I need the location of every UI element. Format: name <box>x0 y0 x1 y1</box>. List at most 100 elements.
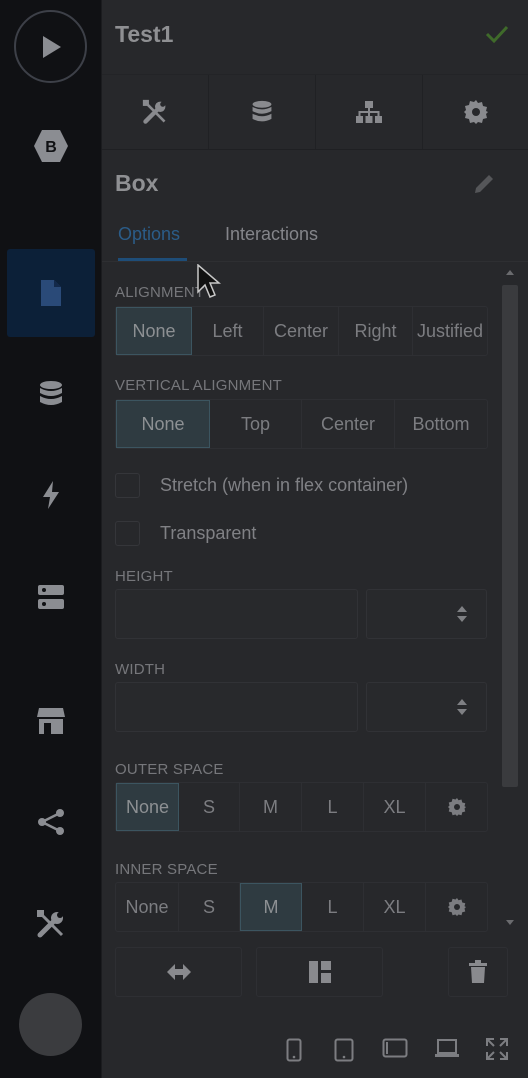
valign-top[interactable]: Top <box>210 400 302 448</box>
layout-icon <box>308 961 331 983</box>
inner-space-l[interactable]: L <box>302 883 364 931</box>
scrollbar-thumb[interactable] <box>502 285 518 787</box>
transparent-label: Transparent <box>160 522 257 543</box>
stretch-label: Stretch (when in flex container) <box>160 474 409 495</box>
inner-space-none[interactable]: None <box>116 883 179 931</box>
svg-text:B: B <box>45 139 57 156</box>
element-actions <box>115 947 508 997</box>
lightning-icon <box>42 481 59 509</box>
section-title: Box <box>115 170 159 196</box>
store-icon <box>36 708 65 734</box>
outer-space-label: OUTER SPACE <box>115 761 224 778</box>
rail-item-database[interactable] <box>0 350 101 438</box>
stretch-row: Stretch (when in flex container) <box>115 472 408 498</box>
rail-item-tools[interactable] <box>0 880 101 968</box>
database-icon <box>39 381 62 405</box>
tablet-landscape-icon[interactable] <box>382 1038 408 1058</box>
rail-item-store[interactable] <box>0 677 101 765</box>
layout-button[interactable] <box>256 947 383 997</box>
arrows-horizontal-icon <box>166 964 191 980</box>
inner-space-label: INNER SPACE <box>115 861 218 878</box>
sort-caret-icon <box>457 699 467 715</box>
outer-space-xl[interactable]: XL <box>364 783 426 831</box>
alignment-left[interactable]: Left <box>192 307 264 355</box>
width-label: WIDTH <box>115 661 166 678</box>
avatar[interactable] <box>19 993 82 1056</box>
subtabs: Options Interactions <box>102 216 528 262</box>
width-unit-select[interactable] <box>366 682 487 732</box>
rail-item-server[interactable] <box>0 553 101 641</box>
rail-item-actions[interactable] <box>0 451 101 539</box>
height-unit-select[interactable] <box>366 589 487 639</box>
left-rail: B <box>0 0 101 1078</box>
outer-space-segmented: None S M L XL <box>115 782 488 832</box>
height-input[interactable] <box>115 589 358 639</box>
valign-bottom[interactable]: Bottom <box>395 400 487 448</box>
gear-icon <box>447 898 466 916</box>
inner-space-xl[interactable]: XL <box>364 883 426 931</box>
rail-item-share[interactable] <box>0 778 101 866</box>
pencil-icon[interactable] <box>472 172 496 196</box>
inner-space-m[interactable]: M <box>240 883 302 931</box>
sitemap-icon <box>356 101 382 123</box>
outer-space-m[interactable]: M <box>240 783 302 831</box>
outer-space-none[interactable]: None <box>116 783 179 831</box>
rail-item-pages[interactable] <box>7 249 95 337</box>
fullscreen-icon[interactable] <box>486 1038 508 1060</box>
active-tab-indicator <box>118 258 187 261</box>
page-icon <box>41 280 61 306</box>
delete-button[interactable] <box>448 947 508 997</box>
tab-data[interactable] <box>209 75 316 149</box>
valign-none[interactable]: None <box>116 400 210 448</box>
outer-space-s[interactable]: S <box>179 783 240 831</box>
inner-space-segmented: None S M L XL <box>115 882 488 932</box>
transparent-checkbox[interactable] <box>115 520 140 546</box>
alignment-segmented: None Left Center Right Justified <box>115 306 488 356</box>
vertical-alignment-segmented: None Top Center Bottom <box>115 399 488 449</box>
gear-icon <box>447 798 466 816</box>
alignment-center[interactable]: Center <box>264 307 339 355</box>
alignment-none[interactable]: None <box>116 307 192 355</box>
alignment-right[interactable]: Right <box>339 307 413 355</box>
tab-structure[interactable] <box>316 75 423 149</box>
alignment-label: ALIGNMENT <box>115 284 205 301</box>
valign-center[interactable]: Center <box>302 400 395 448</box>
stretch-checkbox[interactable] <box>115 472 140 498</box>
transparent-row: Transparent <box>115 520 256 546</box>
check-icon[interactable] <box>485 24 509 44</box>
phone-icon[interactable] <box>286 1038 302 1062</box>
play-icon <box>42 35 61 58</box>
device-bar <box>102 1024 528 1078</box>
play-button[interactable] <box>14 10 87 83</box>
laptop-icon[interactable] <box>434 1038 460 1058</box>
trash-icon <box>469 960 487 983</box>
tablet-icon[interactable] <box>334 1038 354 1062</box>
outer-space-settings[interactable] <box>426 783 487 831</box>
vertical-alignment-label: VERTICAL ALIGNMENT <box>115 377 282 394</box>
bootstrap-icon: B <box>33 130 68 162</box>
gear-icon <box>464 100 488 124</box>
database-icon <box>252 100 272 122</box>
scroll-up-arrow[interactable] <box>506 270 514 275</box>
tab-interactions[interactable]: Interactions <box>225 224 318 245</box>
rail-item-bootstrap[interactable]: B <box>0 102 101 190</box>
tools-icon <box>142 99 166 124</box>
sort-caret-icon <box>457 606 467 622</box>
width-input[interactable] <box>115 682 358 732</box>
move-button[interactable] <box>115 947 242 997</box>
alignment-justified[interactable]: Justified <box>413 307 487 355</box>
top-tabs <box>102 74 528 150</box>
share-icon <box>37 809 64 835</box>
tab-tools[interactable] <box>102 75 209 149</box>
server-icon <box>37 585 64 609</box>
inner-space-s[interactable]: S <box>179 883 240 931</box>
tab-settings[interactable] <box>423 75 528 149</box>
height-label: HEIGHT <box>115 568 173 585</box>
outer-space-l[interactable]: L <box>302 783 364 831</box>
panel-header: Test1 <box>102 0 528 74</box>
properties-panel: Test1 Box Options Interactions ALIGNMENT… <box>101 0 528 1078</box>
scroll-down-arrow[interactable] <box>506 920 514 925</box>
inner-space-settings[interactable] <box>426 883 487 931</box>
tab-options[interactable]: Options <box>118 224 180 245</box>
mouse-cursor-icon <box>197 264 221 298</box>
